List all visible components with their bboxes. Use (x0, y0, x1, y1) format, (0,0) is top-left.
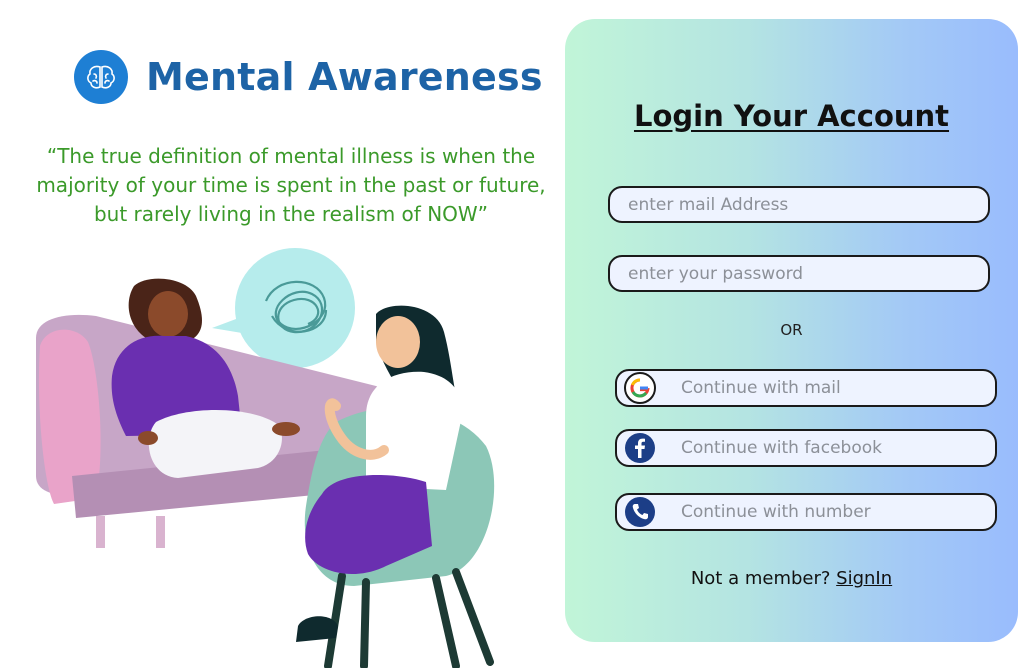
google-icon (624, 372, 656, 404)
brain-icon (74, 50, 128, 104)
continue-with-number-button[interactable]: Continue with number (615, 493, 997, 531)
facebook-icon (624, 432, 656, 464)
signin-link[interactable]: SignIn (836, 568, 892, 589)
brand-header: Mental Awareness (74, 50, 543, 104)
continue-with-facebook-button[interactable]: Continue with facebook (615, 429, 997, 467)
login-panel: Login Your Account OR Continue with mail… (565, 19, 1018, 642)
continue-with-number-label: Continue with number (681, 502, 871, 522)
login-title: Login Your Account (633, 99, 950, 133)
brand-title: Mental Awareness (146, 55, 543, 99)
quote-text: “The true definition of mental illness i… (36, 144, 546, 226)
or-divider: OR (780, 321, 803, 339)
continue-with-mail-button[interactable]: Continue with mail (615, 369, 997, 407)
not-member-text: Not a member? (690, 568, 831, 589)
continue-with-facebook-label: Continue with facebook (681, 438, 882, 458)
continue-with-mail-label: Continue with mail (681, 378, 841, 398)
signup-prompt: Not a member? SignIn (565, 568, 1018, 589)
password-field[interactable] (608, 255, 990, 292)
phone-icon (624, 496, 656, 528)
email-field[interactable] (608, 186, 990, 223)
therapy-illustration (36, 248, 495, 668)
left-section: Mental Awareness “The true definition of… (0, 0, 560, 668)
